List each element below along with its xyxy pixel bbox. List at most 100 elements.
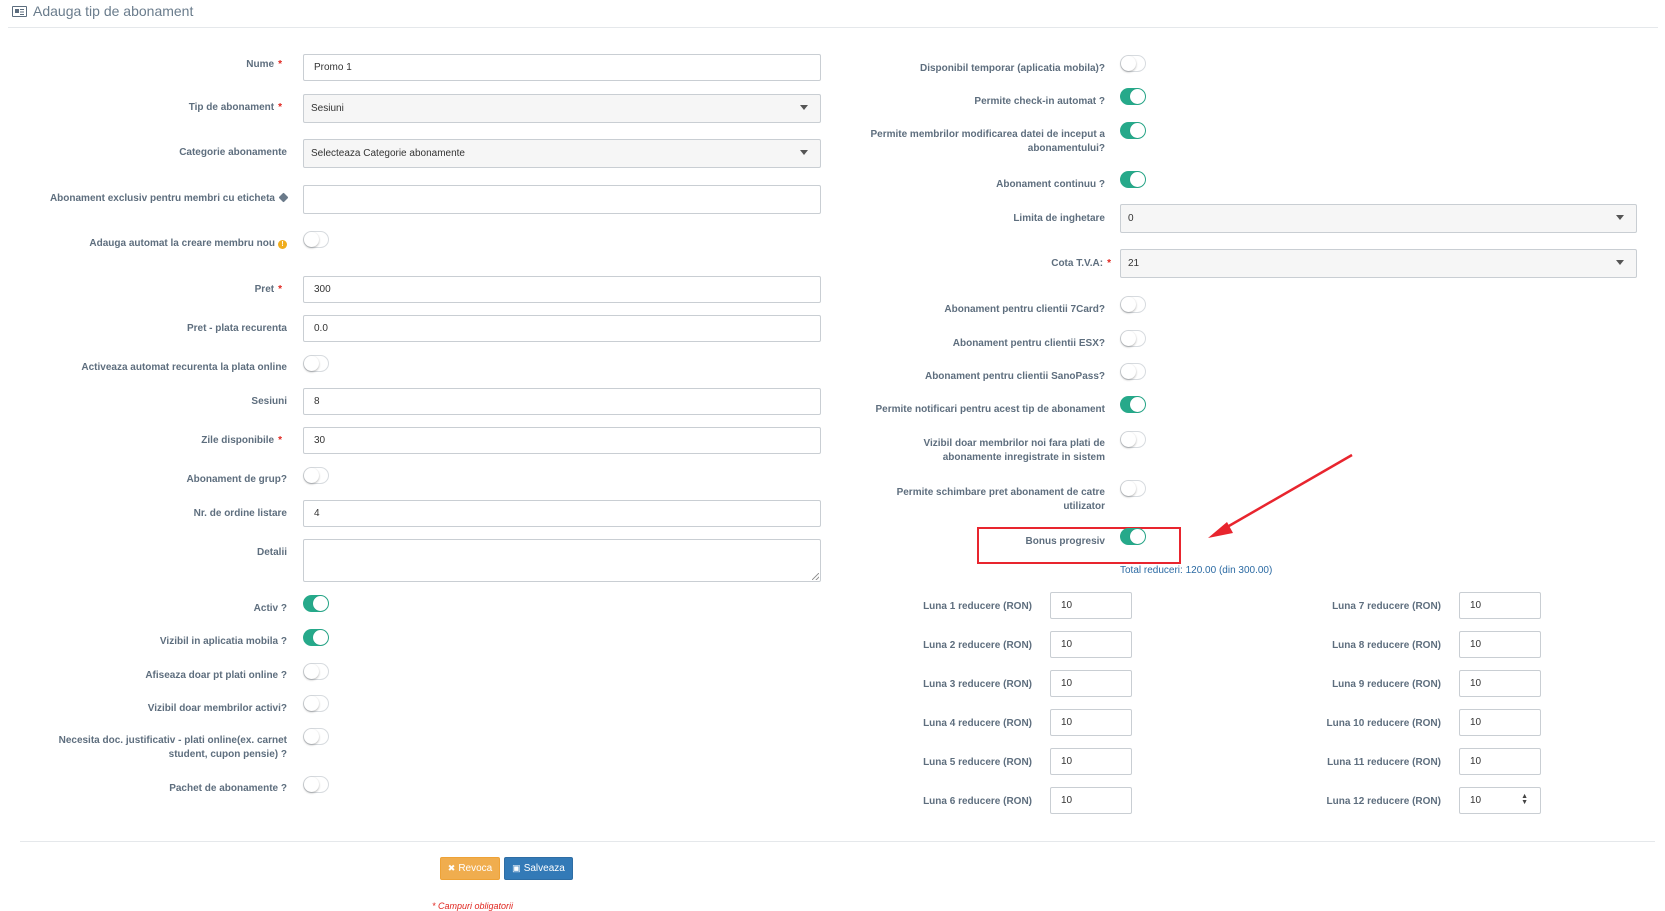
activeaza-recurenta-toggle[interactable] — [303, 355, 329, 372]
plati-online-label: Afiseaza doar pt plati online ? — [145, 670, 287, 681]
month-discount-label: Luna 5 reducere (RON) — [923, 757, 1032, 768]
zile-input[interactable]: 30 — [303, 427, 821, 454]
floppy-disk-icon: ▣ — [512, 863, 521, 873]
grup-toggle[interactable] — [303, 467, 329, 484]
month-discount-label: Luna 9 reducere (RON) — [1332, 679, 1441, 690]
ordine-input[interactable]: 4 — [303, 500, 821, 527]
membri-activi-toggle[interactable] — [303, 695, 329, 712]
detalii-textarea[interactable] — [303, 539, 821, 582]
month-discount-label: Luna 10 reducere (RON) — [1326, 718, 1441, 729]
nume-label: Nume * — [246, 59, 282, 70]
month-discount-label: Luna 12 reducere (RON) — [1326, 796, 1441, 807]
tva-label: Cota T.V.A: * — [1051, 258, 1111, 269]
exclusiv-input[interactable] — [303, 185, 821, 214]
vizibil-app-toggle[interactable] — [303, 629, 329, 646]
save-button[interactable]: ▣ Salveaza — [504, 857, 573, 880]
checkin-label: Permite check-in automat ? — [974, 96, 1105, 107]
ordine-label: Nr. de ordine listare — [193, 508, 287, 519]
disponibil-temporar-toggle[interactable] — [1120, 55, 1146, 72]
doc-justificativ-label: Necesita doc. justificativ - plati onlin… — [58, 735, 287, 760]
disponibil-temporar-label: Disponibil temporar (aplicatia mobila)? — [919, 63, 1105, 74]
page-header: Adauga tip de abonament — [12, 1, 193, 21]
exclusiv-label: Abonament exclusiv pentru membri cu etic… — [0, 192, 289, 206]
month-discount-input[interactable]: 10 — [1050, 787, 1132, 814]
total-reduceri-text: Total reduceri: 120.00 (din 300.00) — [1120, 565, 1273, 576]
modificare-data-label: Permite membrilor modificarea datei de i… — [870, 129, 1105, 154]
tva-select[interactable]: 21 — [1120, 249, 1637, 278]
card7-toggle[interactable] — [1120, 296, 1146, 313]
inghetare-label: Limita de inghetare — [1013, 213, 1105, 224]
pret-recurent-label: Pret - plata recurenta — [186, 323, 287, 334]
pret-recurent-input[interactable]: 0.0 — [303, 315, 821, 342]
membri-activi-label: Vizibil doar membrilor activi? — [147, 703, 287, 714]
resize-handle-icon[interactable] — [812, 573, 819, 580]
activ-toggle[interactable] — [303, 595, 329, 612]
page-title: Adauga tip de abonament — [33, 3, 194, 19]
pachet-toggle[interactable] — [303, 776, 329, 793]
nume-input[interactable]: Promo 1 — [303, 54, 821, 81]
modificare-data-toggle[interactable] — [1120, 122, 1146, 139]
vizibil-noi-label: Vizibil doar membrilor noi fara plati de… — [923, 438, 1105, 463]
checkin-toggle[interactable] — [1120, 88, 1146, 105]
plati-online-toggle[interactable] — [303, 663, 329, 680]
sanopass-toggle[interactable] — [1120, 363, 1146, 380]
month-discount-input[interactable]: 10 — [1050, 670, 1132, 697]
month-discount-label: Luna 1 reducere (RON) — [923, 601, 1032, 612]
month-discount-label: Luna 2 reducere (RON) — [923, 640, 1032, 651]
notificari-label: Permite notificari pentru acest tip de a… — [875, 404, 1106, 415]
pret-label: Pret * — [254, 284, 282, 295]
month-discount-label: Luna 3 reducere (RON) — [923, 679, 1032, 690]
esx-label: Abonament pentru clientii ESX? — [952, 338, 1105, 349]
month-discount-input[interactable]: 10 — [1050, 748, 1132, 775]
continuu-toggle[interactable] — [1120, 171, 1146, 188]
month-discount-input[interactable]: 10 — [1459, 592, 1541, 619]
detalii-label: Detalii — [256, 547, 287, 558]
cancel-button[interactable]: ✖ Revoca — [440, 857, 500, 880]
adauga-automat-toggle[interactable] — [303, 231, 329, 248]
card7-label: Abonament pentru clientii 7Card? — [944, 304, 1105, 315]
month-discount-label: Luna 7 reducere (RON) — [1332, 601, 1441, 612]
month-discount-input[interactable]: 10 — [1050, 709, 1132, 736]
inghetare-select[interactable]: 0 — [1120, 204, 1637, 233]
vizibil-app-label: Vizibil in aplicatia mobila ? — [159, 636, 287, 647]
grup-label: Abonament de grup? — [186, 474, 287, 485]
month-discount-input[interactable]: 10 ▲ ▼ — [1459, 787, 1541, 814]
month-discount-input[interactable]: 10 — [1459, 748, 1541, 775]
adauga-automat-label: Adauga automat la creare membru nou! — [0, 237, 287, 251]
esx-toggle[interactable] — [1120, 330, 1146, 347]
tip-abonament-label: Tip de abonament * — [188, 102, 282, 113]
sesiuni-input[interactable]: 8 — [303, 388, 821, 415]
header-divider — [8, 27, 1658, 28]
doc-justificativ-toggle[interactable] — [303, 728, 329, 745]
continuu-label: Abonament continuu ? — [996, 179, 1105, 190]
tip-abonament-select[interactable]: Sesiuni — [303, 94, 821, 123]
tag-icon — [278, 192, 289, 203]
chevron-down-icon — [1616, 215, 1624, 220]
sesiuni-label: Sesiuni — [251, 396, 287, 407]
month-discount-label: Luna 8 reducere (RON) — [1332, 640, 1441, 651]
month-discount-input[interactable]: 10 — [1050, 631, 1132, 658]
month-discount-input[interactable]: 10 — [1459, 631, 1541, 658]
categorie-label: Categorie abonamente — [179, 147, 287, 158]
month-discount-label: Luna 4 reducere (RON) — [923, 718, 1032, 729]
notificari-toggle[interactable] — [1120, 396, 1146, 413]
bonus-progresiv-toggle[interactable] — [1120, 528, 1146, 545]
spinner-icon[interactable]: ▲ ▼ — [1521, 793, 1528, 806]
pret-input[interactable]: 300 — [303, 276, 821, 303]
info-icon: ! — [278, 240, 287, 249]
activ-label: Activ ? — [253, 603, 287, 614]
month-discount-label: Luna 11 reducere (RON) — [1327, 757, 1441, 768]
month-discount-input[interactable]: 10 — [1459, 670, 1541, 697]
month-discount-input[interactable]: 10 — [1459, 709, 1541, 736]
id-card-icon — [12, 5, 27, 17]
footer-divider — [20, 841, 1655, 842]
schimbare-pret-label: Permite schimbare pret abonament de catr… — [896, 487, 1105, 512]
annotation-arrow-icon — [1208, 453, 1353, 538]
close-icon: ✖ — [447, 863, 456, 873]
required-fields-note: * Campuri obligatorii — [432, 901, 514, 911]
activeaza-recurenta-label: Activeaza automat recurenta la plata onl… — [81, 362, 287, 373]
vizibil-noi-toggle[interactable] — [1120, 431, 1146, 448]
schimbare-pret-toggle[interactable] — [1120, 480, 1146, 497]
categorie-select[interactable]: Selecteaza Categorie abonamente — [303, 139, 821, 168]
month-discount-input[interactable]: 10 — [1050, 592, 1132, 619]
